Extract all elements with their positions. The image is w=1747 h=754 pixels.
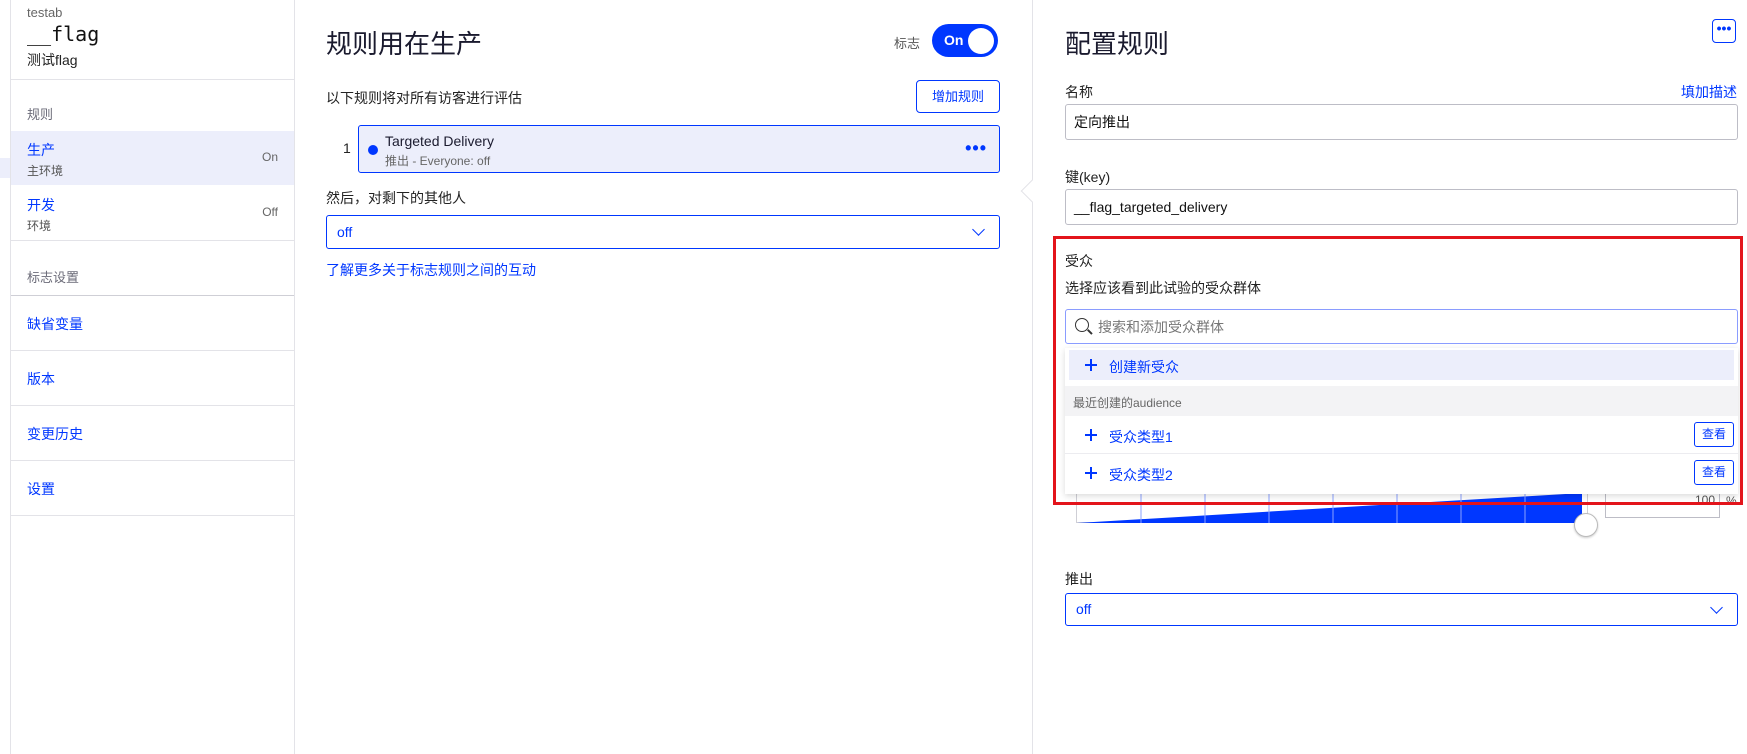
add-rule-button[interactable]: 增加规则 (916, 80, 1000, 113)
rollout-label: 推出 (1065, 571, 1093, 587)
key-field[interactable]: __flag_targeted_delivery (1065, 189, 1738, 225)
rules-section-heading: 规则 (27, 107, 54, 122)
add-description-link[interactable]: 填加描述 (1681, 82, 1737, 102)
env-sub: 主环境 (27, 164, 64, 178)
divider (11, 79, 294, 80)
env-name: 生产 (27, 142, 55, 158)
sidebar-item-settings[interactable]: 设置 (11, 461, 294, 516)
fallback-select[interactable]: off (326, 215, 1000, 249)
key-label: 键(key) (1065, 169, 1111, 185)
more-options-icon[interactable]: ••• (1712, 19, 1736, 43)
env-status: Off (262, 205, 278, 219)
sidebar-item-development[interactable]: 开发 环境 Off (11, 186, 294, 240)
active-indicator (0, 158, 10, 178)
flag-name: 测试flag (27, 52, 78, 68)
toggle-knob (968, 28, 994, 54)
fallback-label: 然后，对剩下的其他人 (326, 190, 466, 206)
sidebar-item-production[interactable]: 生产 主环境 On (11, 131, 294, 185)
panel-title: 配置规则 (1065, 29, 1170, 59)
sidebar: testab __flag 测试flag 规则 生产 主环境 On 开发 环境 … (10, 0, 295, 754)
project-name: testab (27, 5, 63, 20)
chevron-down-icon (972, 223, 985, 236)
env-sub: 环境 (27, 219, 52, 233)
rule-status-dot (368, 145, 378, 155)
sidebar-item-change-history[interactable]: 变更历史 (11, 406, 294, 461)
rule-number: 1 (343, 140, 351, 156)
highlight-box (1053, 236, 1743, 505)
rule-name: Targeted Delivery (385, 133, 494, 149)
fallback-value: off (337, 224, 353, 240)
more-options-icon[interactable]: ••• (965, 138, 987, 159)
rollout-select[interactable]: off (1065, 593, 1738, 626)
flag-key: __flag (27, 22, 100, 46)
configure-rule-panel: 配置规则 ••• 名称 填加描述 定向推出 键(key) __flag_targ… (1020, 0, 1747, 754)
sidebar-item-default-variable[interactable]: 缺省变量 (11, 296, 294, 351)
sidebar-item-versions[interactable]: 版本 (11, 351, 294, 406)
rules-description: 以下规则将对所有访客进行评估 (326, 90, 522, 106)
rule-card[interactable]: Targeted Delivery 推出 - Everyone: off ••• (358, 125, 1000, 173)
rules-panel: 规则用在生产 标志 On 以下规则将对所有访客进行评估 增加规则 1 Targe… (296, 0, 1032, 754)
flag-settings-heading: 标志设置 (27, 270, 80, 285)
traffic-slider-handle[interactable] (1574, 513, 1598, 537)
env-status: On (261, 150, 278, 164)
learn-more-link[interactable]: 了解更多关于标志规则之间的互动 (326, 260, 536, 280)
flag-toggle-label: 标志 (894, 36, 921, 51)
rule-summary: 推出 - Everyone: off (385, 154, 491, 168)
name-label: 名称 (1065, 84, 1093, 100)
name-field[interactable]: 定向推出 (1065, 104, 1738, 140)
rollout-value: off (1076, 601, 1092, 617)
env-name: 开发 (27, 197, 55, 213)
toggle-state-label: On (944, 32, 964, 48)
page-title: 规则用在生产 (326, 29, 483, 59)
flag-toggle[interactable]: On (932, 24, 998, 57)
chevron-down-icon (1710, 601, 1723, 614)
divider (11, 240, 294, 241)
